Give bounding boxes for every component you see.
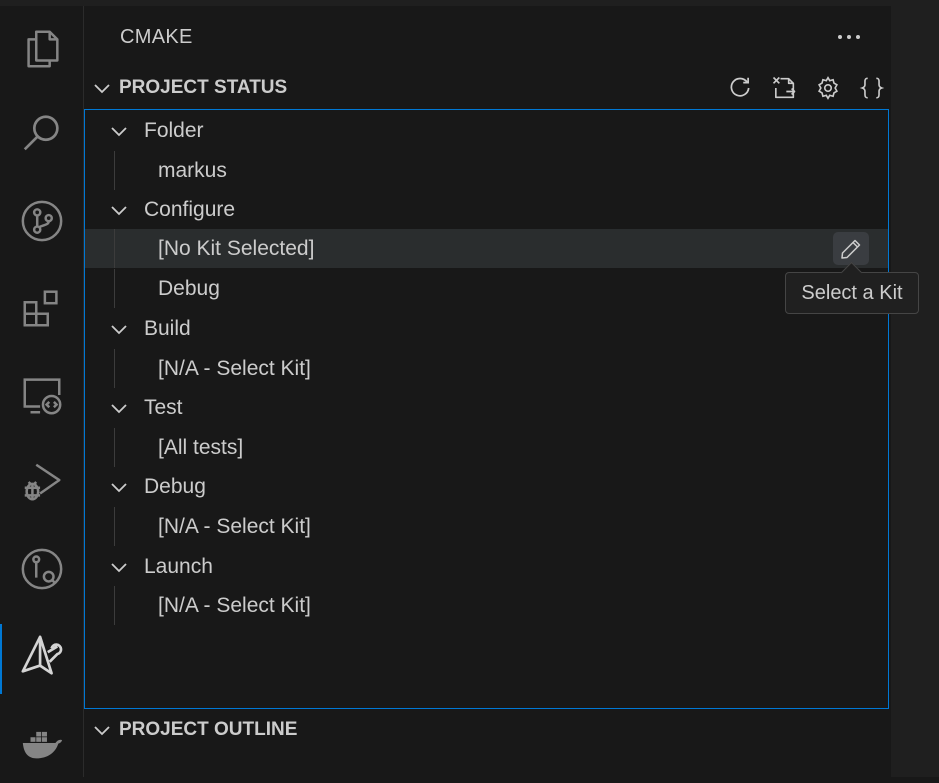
tree-item-label: [N/A - Select Kit] <box>158 514 311 538</box>
open-json-button[interactable] <box>850 68 894 108</box>
remote-explorer-icon[interactable] <box>0 355 83 435</box>
editor-area-edge <box>891 6 939 777</box>
settings-button[interactable] <box>806 68 850 108</box>
tree-group-label: Build <box>144 316 191 340</box>
indent-guide <box>114 349 115 388</box>
tree-group-label: Test <box>144 395 183 419</box>
tree-group-test[interactable]: Test <box>85 388 888 427</box>
tree-item-kit[interactable]: [No Kit Selected] <box>85 229 888 268</box>
project-status-actions <box>718 68 894 108</box>
tree-group-build[interactable]: Build <box>85 309 888 348</box>
project-outline-title: PROJECT OUTLINE <box>119 719 298 740</box>
tree-group-label: Launch <box>144 554 213 578</box>
tree-group-folder[interactable]: Folder <box>85 111 888 150</box>
tree-group-label: Configure <box>144 197 236 221</box>
chevron-down-icon <box>105 309 133 348</box>
docker-icon[interactable] <box>0 703 83 783</box>
gitlens-icon[interactable] <box>0 529 83 609</box>
select-kit-tooltip: Select a Kit <box>785 261 919 314</box>
tree-item-debug-target[interactable]: [N/A - Select Kit] <box>85 507 888 546</box>
settings-icon <box>818 76 838 100</box>
select-kit-button[interactable] <box>833 232 869 265</box>
tree-item-build-target[interactable]: [N/A - Select Kit] <box>85 349 888 388</box>
project-status-tree: Folder markus Configure [No Kit Selected… <box>84 109 889 709</box>
tree-item-label: [No Kit Selected] <box>158 236 315 260</box>
tree-item-folder-name[interactable]: markus <box>85 151 888 190</box>
tree-item-label: markus <box>158 158 227 182</box>
tree-item-tests[interactable]: [All tests] <box>85 428 888 467</box>
indent-guide <box>114 428 115 467</box>
tree-item-launch-target[interactable]: [N/A - Select Kit] <box>85 586 888 625</box>
delete-cache-button[interactable] <box>762 68 806 108</box>
tree-item-label: [N/A - Select Kit] <box>158 593 311 617</box>
more-actions-button[interactable] <box>832 22 866 52</box>
explorer-icon[interactable] <box>0 9 83 89</box>
indent-guide <box>114 507 115 546</box>
chevron-down-icon <box>105 190 133 229</box>
activity-bar <box>0 6 84 777</box>
indent-guide <box>114 151 115 190</box>
project-status-title: PROJECT STATUS <box>119 77 288 98</box>
cmake-sidebar: CMAKE PROJECT STATUS Folder markus Confi… <box>84 6 890 777</box>
refresh-icon <box>730 77 750 97</box>
chevron-down-icon <box>85 710 119 750</box>
sidebar-title: CMAKE <box>120 26 193 48</box>
indent-guide <box>114 229 115 268</box>
project-outline-header[interactable]: PROJECT OUTLINE <box>84 710 890 750</box>
tree-group-debug[interactable]: Debug <box>85 467 888 506</box>
tree-item-label: [All tests] <box>158 435 244 459</box>
run-and-debug-icon[interactable] <box>0 442 83 522</box>
tree-group-label: Folder <box>144 118 204 142</box>
json-braces-icon <box>859 77 885 99</box>
source-control-icon[interactable] <box>0 181 83 261</box>
chevron-down-icon <box>105 388 133 427</box>
extensions-icon[interactable] <box>0 268 83 348</box>
indent-guide <box>114 269 115 308</box>
tree-item-label: Debug <box>158 276 220 300</box>
chevron-down-icon <box>105 111 133 150</box>
refresh-button[interactable] <box>718 68 762 108</box>
cmake-icon[interactable] <box>0 616 83 696</box>
pencil-icon <box>841 239 861 259</box>
project-status-header[interactable]: PROJECT STATUS <box>84 68 890 108</box>
search-icon[interactable] <box>0 94 83 174</box>
tree-item-build-type[interactable]: Debug <box>85 269 888 308</box>
ellipsis-icon <box>838 35 860 39</box>
tooltip-text: Select a Kit <box>801 281 903 304</box>
delete-cache-icon <box>772 76 796 99</box>
chevron-down-icon <box>105 547 133 586</box>
tree-group-configure[interactable]: Configure <box>85 190 888 229</box>
indent-guide <box>114 586 115 625</box>
chevron-down-icon <box>85 68 119 108</box>
tree-group-launch[interactable]: Launch <box>85 547 888 586</box>
tree-group-label: Debug <box>144 474 206 498</box>
chevron-down-icon <box>105 467 133 506</box>
tree-item-label: [N/A - Select Kit] <box>158 356 311 380</box>
